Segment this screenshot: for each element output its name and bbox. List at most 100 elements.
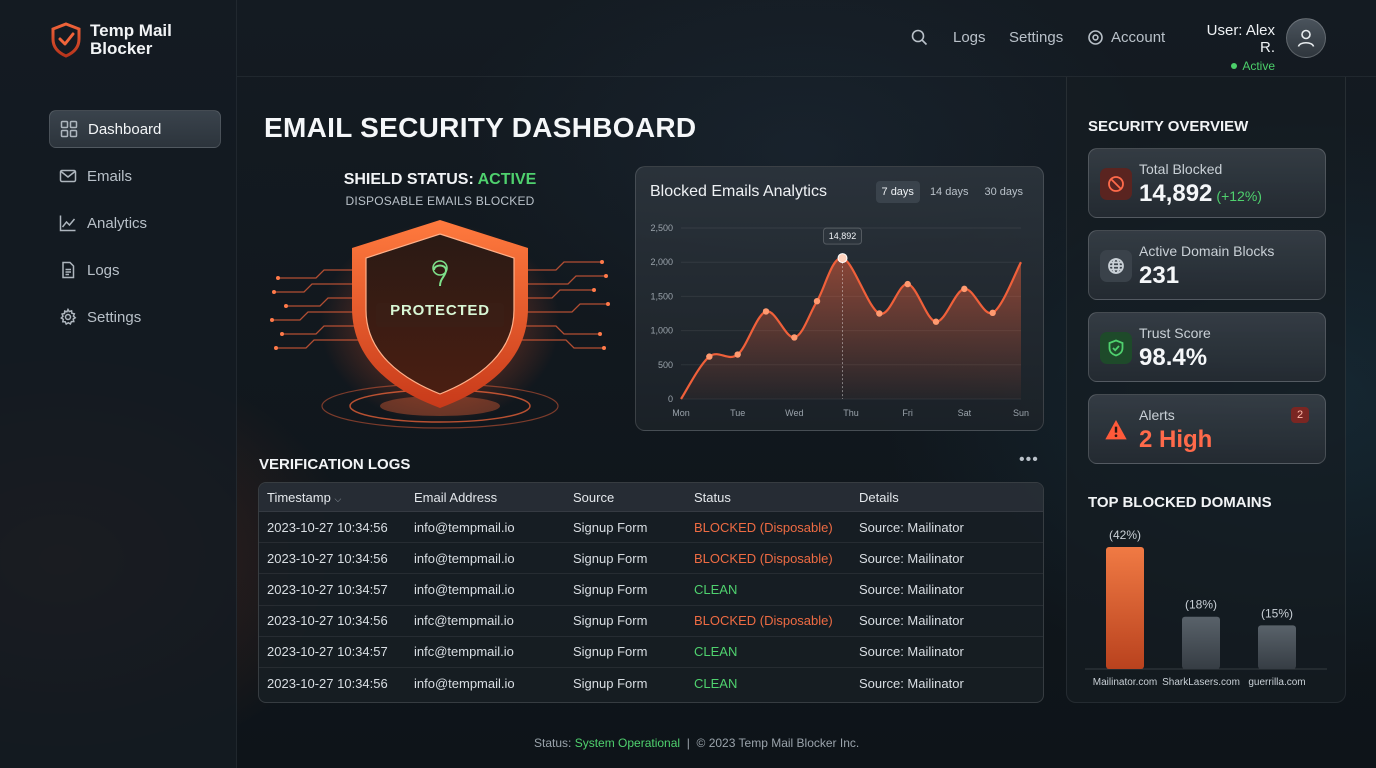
top-domains-chart: (42%) Mailinator.com (18%) SharkLasers.com (…	[1085, 528, 1327, 688]
data-point[interactable]	[813, 297, 821, 305]
more-options-button[interactable]: •••	[1019, 451, 1039, 469]
sidebar-item-settings[interactable]: Settings	[49, 298, 221, 336]
data-point[interactable]	[762, 308, 770, 315]
data-point[interactable]	[989, 309, 996, 317]
cell-status: BLOCKED (Disposable)	[694, 550, 833, 566]
trust-score-card[interactable]: Trust Score 98.4%	[1088, 312, 1326, 382]
data-point[interactable]	[961, 285, 968, 293]
highlight-point[interactable]	[837, 253, 848, 264]
cell-details: Source: Mailinator	[859, 613, 964, 629]
tab-14-days[interactable]: 14 days	[924, 181, 975, 203]
block-icon	[1108, 176, 1124, 192]
table-row[interactable]: 2023-10-27 10:34:56 infc@tempmail.io Signu…	[259, 606, 1043, 637]
domain-blocks-card[interactable]: Active Domain Blocks 231	[1088, 230, 1326, 300]
bar[interactable]	[1106, 547, 1144, 669]
stat-delta: (+12%)	[1216, 188, 1262, 204]
cell-source: Signup Form	[573, 613, 648, 629]
sidebar-item-label: Analytics	[87, 214, 148, 232]
data-point[interactable]	[876, 310, 883, 317]
cell-status: CLEAN	[694, 581, 738, 597]
x-tick-label: Sun	[1013, 408, 1029, 418]
user-status: Active	[1191, 59, 1275, 73]
series-area	[681, 258, 1021, 399]
mail-icon	[59, 169, 77, 183]
data-point[interactable]	[734, 351, 741, 358]
y-tick-label: 1,000	[650, 326, 673, 336]
sidebar-item-analytics[interactable]: Analytics	[49, 204, 221, 242]
data-point[interactable]	[791, 334, 798, 341]
sidebar-item-emails[interactable]: Emails	[49, 157, 221, 195]
alerts-card[interactable]: Alerts 2 High 2	[1088, 394, 1326, 464]
category-label: guerrilla.com	[1248, 677, 1305, 688]
cell-details: Source: Mailinator	[859, 519, 964, 535]
table-row[interactable]: 2023-10-27 10:34:56 info@tempmail.io Signu…	[259, 512, 1043, 544]
table-row[interactable]: 2023-10-27 10:34:57 infc@tempmail.io Signu…	[259, 637, 1043, 668]
category-label: Mailinator.com	[1093, 677, 1157, 688]
alert-count-badge: 2	[1291, 407, 1309, 423]
bar-value-label: (15%)	[1261, 606, 1293, 620]
data-point[interactable]	[904, 280, 911, 288]
total-blocked-card[interactable]: Total Blocked 14,892 (+12%)	[1088, 148, 1326, 218]
table-row[interactable]: 2023-10-27 10:34:57 info@tempmail.io Signu…	[259, 574, 1043, 606]
table-row[interactable]: 2023-10-27 10:34:56 info@tempmail.io Signu…	[259, 543, 1043, 575]
bar[interactable]	[1182, 616, 1220, 669]
cell-email: info@tempmail.io	[414, 676, 515, 692]
cell-timestamp: 2023-10-27 10:34:56	[267, 519, 388, 535]
cell-source: Signup Form	[573, 550, 648, 566]
sidebar-item-label: Emails	[87, 167, 133, 185]
sidebar-item-logs[interactable]: Logs	[49, 251, 221, 289]
protected-label: PROTECTED	[390, 302, 490, 319]
cell-email: infc@tempmail.io	[414, 613, 514, 629]
header-settings-link[interactable]: Settings	[1009, 29, 1063, 46]
document-icon	[62, 261, 75, 279]
data-point[interactable]	[706, 353, 713, 360]
shield-subtitle: DISPOSABLE EMAILS BLOCKED	[345, 194, 535, 208]
range-tabs: 7 days 14 days 30 days	[875, 181, 1029, 203]
search-button[interactable]	[911, 29, 928, 46]
cell-details: Source: Mailinator	[859, 581, 964, 597]
cell-status: BLOCKED (Disposable)	[694, 519, 833, 535]
cell-email: info@tempmail.io	[414, 519, 515, 535]
dashboard-icon	[60, 120, 78, 138]
shield-status-value: ACTIVE	[477, 171, 537, 188]
gear-icon	[1088, 30, 1103, 45]
tab-7-days[interactable]: 7 days	[875, 181, 920, 203]
data-point[interactable]	[932, 318, 940, 325]
bar[interactable]	[1258, 625, 1296, 669]
x-tick-label: Sat	[958, 408, 972, 418]
column-header-status[interactable]: Status	[694, 490, 859, 505]
brand[interactable]: Temp Mail Blocker	[50, 22, 190, 58]
shield-check-icon	[1108, 339, 1124, 357]
user-status-text: Active	[1242, 59, 1275, 73]
stat-value: 14,892 (+12%)	[1139, 180, 1262, 207]
security-overview-panel: SECURITY OVERVIEW Total Blocked 14,892 (+…	[1066, 77, 1346, 703]
cell-email: infc@tempmail.io	[414, 644, 514, 660]
y-tick-label: 2,500	[650, 223, 673, 233]
stat-label: Alerts	[1139, 407, 1175, 423]
cell-status: CLEAN	[694, 676, 738, 692]
table-row[interactable]: 2023-10-27 10:34:56 info@tempmail.io Signu…	[259, 668, 1043, 699]
cell-status: CLEAN	[694, 644, 738, 660]
footer: Status: System Operational | © 2023 Temp…	[534, 736, 860, 750]
tooltip-value: 14,892	[829, 231, 857, 241]
sidebar-item-dashboard[interactable]: Dashboard	[49, 110, 221, 148]
column-header-details[interactable]: Details	[859, 490, 1043, 505]
account-label: Account	[1111, 29, 1166, 46]
tab-30-days[interactable]: 30 days	[978, 181, 1029, 203]
avatar[interactable]	[1286, 18, 1326, 58]
cell-source: Signup Form	[573, 644, 648, 660]
header-account-link[interactable]: Account	[1087, 29, 1165, 46]
cell-details: Source: Mailinator	[859, 676, 964, 692]
stat-label: Total Blocked	[1139, 161, 1223, 177]
header-logs-link[interactable]: Logs	[953, 29, 986, 46]
app-name: Temp Mail Blocker	[90, 21, 172, 58]
cell-timestamp: 2023-10-27 10:34:56	[267, 550, 388, 566]
x-tick-label: Thu	[843, 408, 859, 418]
top-header: Logs Settings Account User: Alex R. Acti…	[237, 0, 1376, 77]
shield-icon	[270, 220, 610, 429]
column-header-source[interactable]: Source	[573, 490, 694, 505]
column-header-email[interactable]: Email Address	[414, 490, 573, 505]
stat-value: 2 High	[1139, 426, 1213, 453]
column-header-timestamp[interactable]: Timestamp ⌵	[259, 490, 414, 505]
bar-value-label: (18%)	[1185, 598, 1217, 612]
